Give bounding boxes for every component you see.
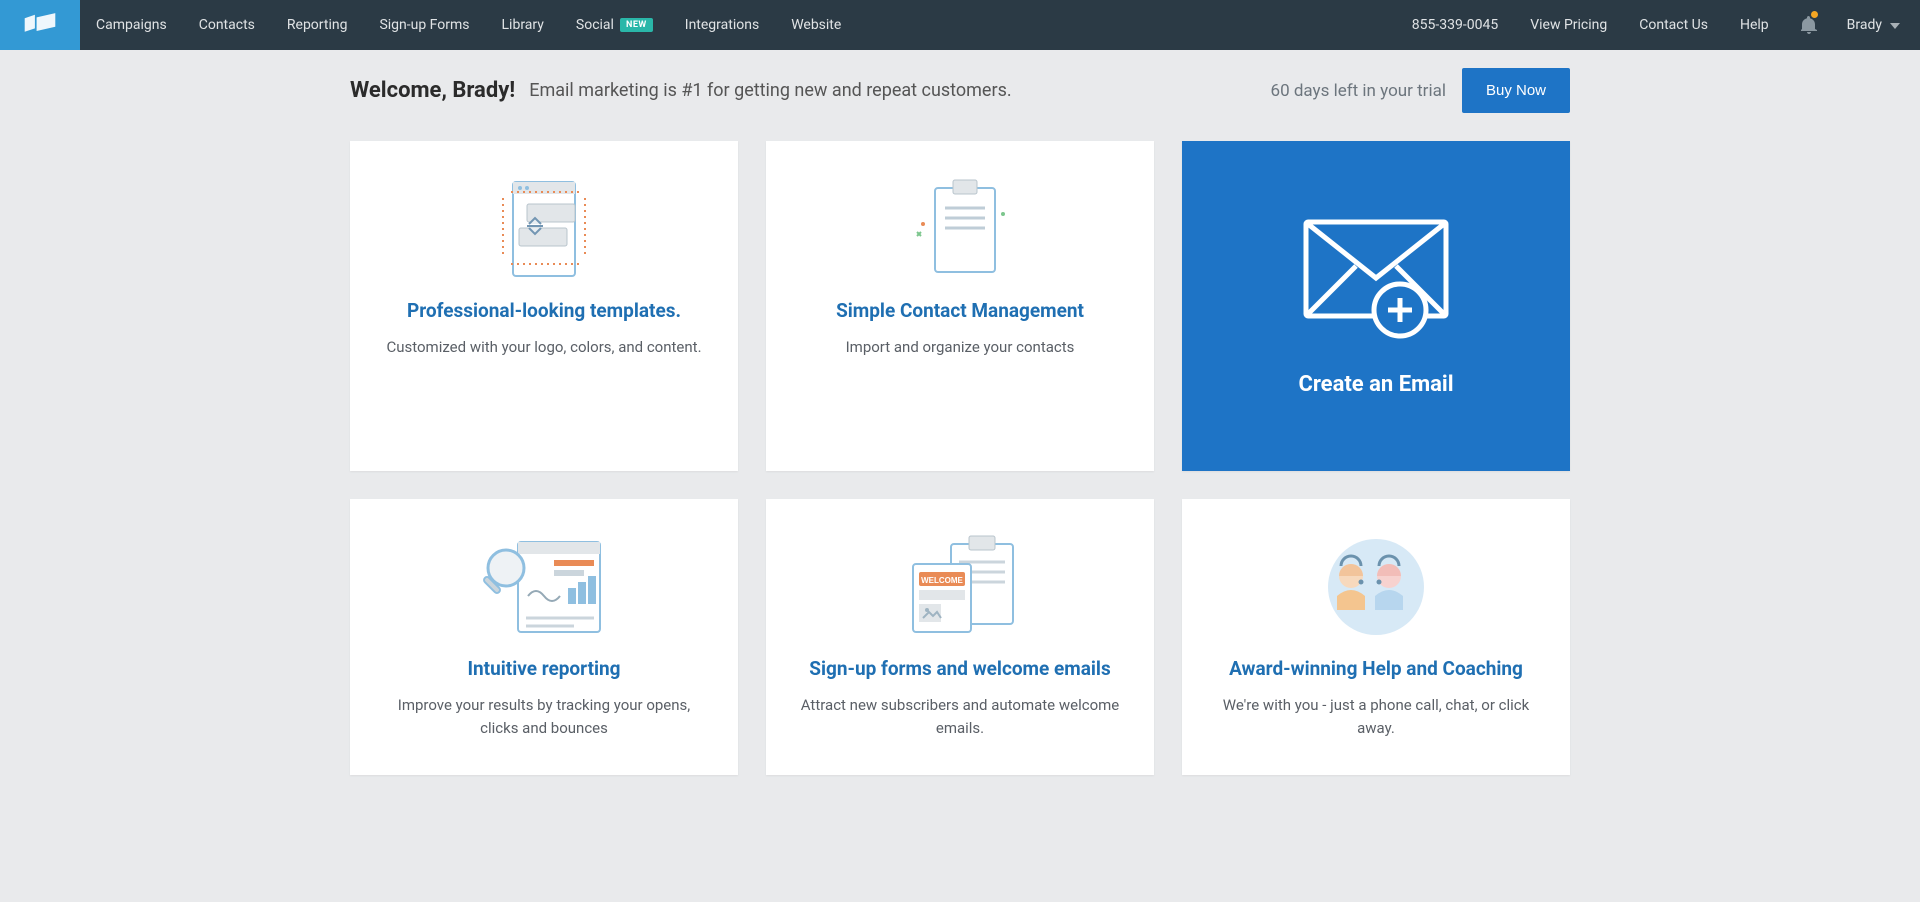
card-desc: Import and organize your contacts <box>800 336 1120 359</box>
chevron-down-icon <box>1890 17 1900 33</box>
card-help-coaching[interactable]: Award-winning Help and Coaching We're wi… <box>1182 499 1570 775</box>
bell-icon <box>1801 16 1817 34</box>
nav-label: Website <box>791 17 841 33</box>
nav-contact-us[interactable]: Contact Us <box>1623 0 1724 50</box>
card-templates[interactable]: Professional-looking templates. Customiz… <box>350 141 738 471</box>
card-title: Create an Email <box>1298 372 1453 397</box>
flag-logo-icon <box>23 13 57 37</box>
nav-label: Contacts <box>199 17 255 33</box>
nav-signup-forms[interactable]: Sign-up Forms <box>363 0 485 50</box>
envelope-plus-icon <box>1296 210 1456 344</box>
svg-text:WELCOME: WELCOME <box>921 576 963 585</box>
nav-campaigns[interactable]: Campaigns <box>80 0 183 50</box>
nav-right: 855-339-0045 View Pricing Contact Us Hel… <box>1396 0 1920 50</box>
welcome-title: Welcome, Brady! <box>350 78 515 103</box>
card-title: Simple Contact Management <box>788 299 1132 322</box>
new-badge: NEW <box>620 18 653 32</box>
card-title: Sign-up forms and welcome emails <box>788 657 1132 680</box>
card-desc: Customized with your logo, colors, and c… <box>384 336 704 359</box>
trial-days-text: 60 days left in your trial <box>1271 81 1446 101</box>
reporting-chart-icon <box>372 527 716 647</box>
nav-label: Campaigns <box>96 17 167 33</box>
card-desc: Improve your results by tracking your op… <box>384 694 704 741</box>
card-grid: Professional-looking templates. Customiz… <box>350 141 1570 775</box>
nav-label: Contact Us <box>1639 17 1708 33</box>
nav-label: Sign-up Forms <box>379 17 469 33</box>
card-desc: We're with you - just a phone call, chat… <box>1216 694 1536 741</box>
nav-website[interactable]: Website <box>775 0 857 50</box>
clipboard-icon <box>788 169 1132 289</box>
nav-integrations[interactable]: Integrations <box>669 0 775 50</box>
notifications-button[interactable] <box>1785 16 1833 34</box>
nav-label: 855-339-0045 <box>1412 17 1498 33</box>
card-create-email[interactable]: Create an Email <box>1182 141 1570 471</box>
nav-social[interactable]: Social NEW <box>560 0 669 50</box>
nav-label: Library <box>502 17 544 33</box>
nav-contacts[interactable]: Contacts <box>183 0 271 50</box>
nav-label: Help <box>1740 17 1769 33</box>
top-nav: Campaigns Contacts Reporting Sign-up For… <box>0 0 1920 50</box>
nav-label: Reporting <box>287 17 348 33</box>
logo[interactable] <box>0 0 80 50</box>
card-title: Intuitive reporting <box>372 657 716 680</box>
nav-label: Integrations <box>685 17 759 33</box>
template-builder-icon <box>372 169 716 289</box>
nav-help[interactable]: Help <box>1724 0 1785 50</box>
card-signup-forms[interactable]: WELCOME Sign-up forms and welcome emails… <box>766 499 1154 775</box>
notification-dot-icon <box>1811 11 1818 18</box>
card-title: Award-winning Help and Coaching <box>1204 657 1548 680</box>
welcome-subtitle: Email marketing is #1 for getting new an… <box>529 80 1011 101</box>
user-menu[interactable]: Brady <box>1833 17 1920 33</box>
nav-left: Campaigns Contacts Reporting Sign-up For… <box>80 0 1396 50</box>
page-content: Welcome, Brady! Email marketing is #1 fo… <box>350 50 1570 815</box>
nav-library[interactable]: Library <box>486 0 560 50</box>
card-contact-management[interactable]: Simple Contact Management Import and org… <box>766 141 1154 471</box>
card-desc: Attract new subscribers and automate wel… <box>800 694 1120 741</box>
nav-pricing[interactable]: View Pricing <box>1514 0 1623 50</box>
card-reporting[interactable]: Intuitive reporting Improve your results… <box>350 499 738 775</box>
welcome-row: Welcome, Brady! Email marketing is #1 fo… <box>350 68 1570 113</box>
nav-phone[interactable]: 855-339-0045 <box>1396 0 1514 50</box>
buy-now-button[interactable]: Buy Now <box>1462 68 1570 113</box>
user-name: Brady <box>1847 17 1882 33</box>
trial-wrap: 60 days left in your trial Buy Now <box>1271 68 1570 113</box>
welcome-form-icon: WELCOME <box>788 527 1132 647</box>
nav-label: View Pricing <box>1530 17 1607 33</box>
nav-label: Social <box>576 17 614 33</box>
nav-reporting[interactable]: Reporting <box>271 0 364 50</box>
card-title: Professional-looking templates. <box>372 299 716 322</box>
support-agents-icon <box>1204 527 1548 647</box>
